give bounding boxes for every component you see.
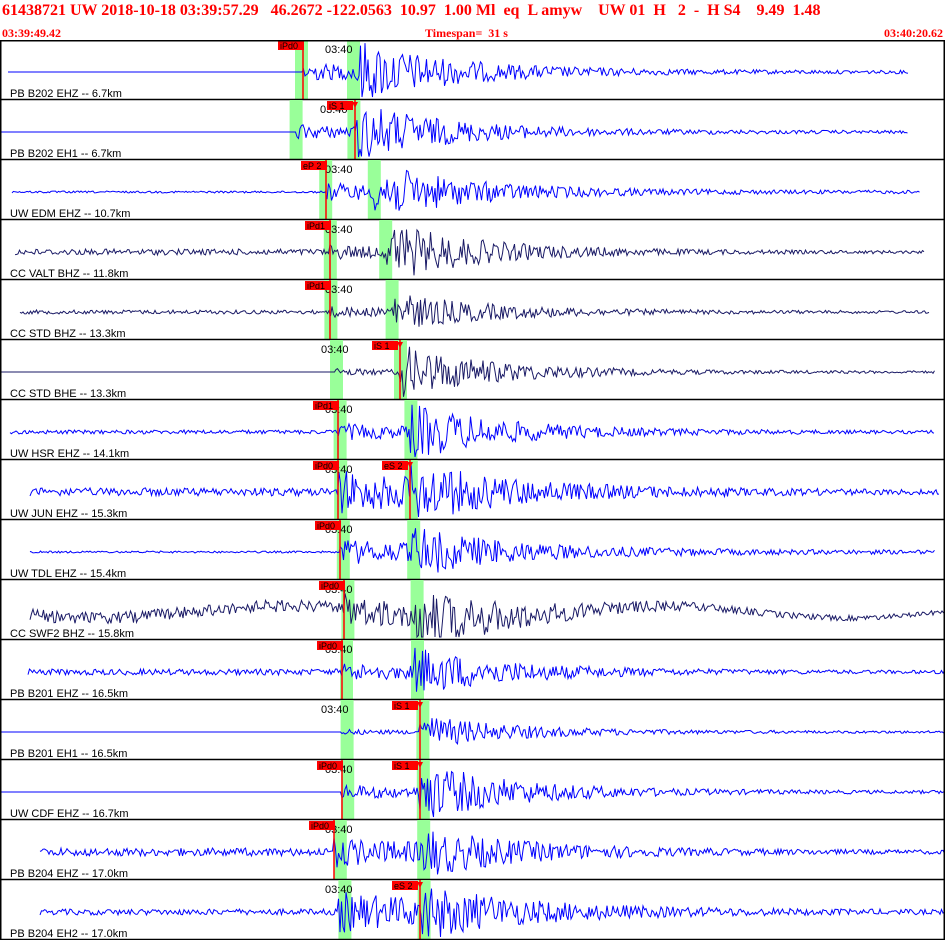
p-phase-window xyxy=(289,100,303,160)
waveform xyxy=(29,528,935,573)
trace-row[interactable]: 03:40 iPd0 PB B202 EHZ -- 6.7km xyxy=(0,40,945,101)
station-label: UW JUN EHZ -- 15.3km xyxy=(10,508,127,520)
waveform xyxy=(39,888,945,938)
time-tick-label: 03:40 xyxy=(325,884,353,896)
window-end-time: 03:40:20.62 xyxy=(884,26,943,40)
p-pick-label: iPd0 xyxy=(315,461,333,471)
station-label: UW HSR EHZ -- 14.1km xyxy=(10,448,129,460)
waveform xyxy=(29,462,939,518)
station-label: UW EDM EHZ -- 10.7km xyxy=(10,208,130,220)
waveform xyxy=(0,346,935,397)
time-tick-label: 03:40 xyxy=(321,704,349,716)
waveform xyxy=(0,770,945,818)
event-header: 61438721 UW 2018-10-18 03:39:57.29 46.26… xyxy=(0,0,945,40)
s-phase-window xyxy=(367,160,381,220)
station-label: UW CDF EHZ -- 16.7km xyxy=(10,808,129,820)
trace-row[interactable]: 03:40 eP 2 UW EDM EHZ -- 10.7km xyxy=(0,160,945,221)
p-pick-label: iPd0 xyxy=(311,821,329,831)
p-pick-label: iPd0 xyxy=(317,521,335,531)
time-tick-label: 03:40 xyxy=(325,164,353,176)
station-label: PB B202 EH1 -- 6.7km xyxy=(10,148,121,160)
time-tick-label: 03:40 xyxy=(325,44,353,56)
event-summary-title: 61438721 UW 2018-10-18 03:39:57.29 46.26… xyxy=(2,2,821,19)
time-tick-label: 03:40 xyxy=(321,344,349,356)
trace-row[interactable]: 03:40iPd1CC STD BHZ -- 13.3km xyxy=(0,280,945,341)
p-pick-label: iPd1 xyxy=(307,221,325,231)
s-pick-label: iS 1 xyxy=(374,341,390,351)
s-phase-window xyxy=(407,520,421,580)
waveform xyxy=(29,593,945,639)
waveform xyxy=(0,109,908,158)
p-pick-label: iPd1 xyxy=(315,401,333,411)
trace-row[interactable]: 03:40iPd0eS 2UW JUN EHZ -- 15.3km xyxy=(0,460,945,521)
station-label: CC SWF2 BHZ -- 15.8km xyxy=(10,628,134,640)
station-label: PB B201 EH1 -- 16.5km xyxy=(10,748,127,760)
trace-row[interactable]: 03:40iPd0CC SWF2 BHZ -- 15.8km xyxy=(0,580,945,641)
trace-row[interactable]: 03:40iPd0PB B204 EHZ -- 17.0km xyxy=(0,820,945,881)
trace-row[interactable]: 03:40iPd0UW TDL EHZ -- 15.4km xyxy=(0,520,945,581)
window-start-time: 03:39:49.42 xyxy=(2,26,61,40)
waveform xyxy=(14,228,925,276)
s-pick-label: eS 2 xyxy=(394,881,413,891)
station-label: PB B204 EHZ -- 17.0km xyxy=(10,868,128,880)
p-pick-label: iPd1 xyxy=(307,281,325,291)
station-label: PB B204 EH2 -- 17.0km xyxy=(10,928,127,940)
p-pick-label: eP 2 xyxy=(303,161,321,171)
s-phase-window xyxy=(417,820,431,880)
s-pick-label: eS 2 xyxy=(384,461,403,471)
trace-row[interactable]: 03:40iPd0PB B201 EHZ -- 16.5km xyxy=(0,640,945,701)
waveform xyxy=(11,169,920,211)
waveform xyxy=(0,718,945,745)
station-label: CC VALT BHZ -- 11.8km xyxy=(10,268,128,280)
s-pick-label: iS 1 xyxy=(394,701,410,711)
trace-row[interactable]: 03:40 iS 1 CC STD BHE -- 13.3km xyxy=(0,340,945,401)
trace-row[interactable]: 03:40iPd1CC VALT BHZ -- 11.8km xyxy=(0,220,945,281)
trace-row[interactable]: 03:40iPd0iS 1UW CDF EHZ -- 16.7km xyxy=(0,760,945,821)
s-pick-label: iS 1 xyxy=(329,101,345,111)
waveform xyxy=(8,43,909,98)
p-pick-label: iPd0 xyxy=(321,581,339,591)
station-label: CC STD BHE -- 13.3km xyxy=(10,388,126,400)
trace-row[interactable]: 03:40 iS 1 PB B201 EH1 -- 16.5km xyxy=(0,700,945,761)
trace-row[interactable]: 03:40iPd1UW HSR EHZ -- 14.1km xyxy=(0,400,945,461)
trace-row[interactable]: 03:40 eS 2 PB B204 EH2 -- 17.0km xyxy=(0,880,945,940)
seismogram-panel[interactable]: 03:40 iPd0 PB B202 EHZ -- 6.7km 03:40 iS 1 PB… xyxy=(0,40,945,940)
trace-row[interactable]: 03:40iS 1PB B202 EH1 -- 6.7km xyxy=(0,100,945,161)
p-pick-label: iPd0 xyxy=(319,761,337,771)
waveform xyxy=(9,404,935,458)
station-label: PB B202 EHZ -- 6.7km xyxy=(10,88,122,100)
waveform xyxy=(39,831,945,875)
waveform xyxy=(27,647,945,692)
s-pick-label: iS 1 xyxy=(394,761,410,771)
p-pick-label: iPd0 xyxy=(280,41,298,51)
waveform xyxy=(19,295,930,327)
station-label: PB B201 EHZ -- 16.5km xyxy=(10,688,128,700)
p-pick-label: iPd0 xyxy=(319,641,337,651)
station-label: UW TDL EHZ -- 15.4km xyxy=(10,568,126,580)
timespan-readout: Timespan= 31 s xyxy=(425,26,508,40)
station-label: CC STD BHZ -- 13.3km xyxy=(10,328,126,340)
